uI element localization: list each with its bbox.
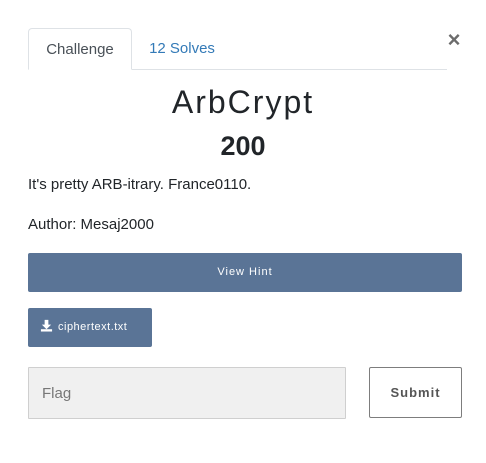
file-download-button[interactable]: ciphertext.txt	[28, 308, 152, 347]
tab-challenge-label: Challenge	[46, 41, 114, 58]
flag-input[interactable]	[28, 367, 346, 419]
view-hint-label: View Hint	[217, 266, 273, 278]
challenge-name: ArbCrypt	[171, 84, 315, 120]
file-name: ciphertext.txt	[58, 321, 128, 333]
submit-button[interactable]: Submit	[369, 367, 462, 418]
challenge-modal: × Challenge 12 Solves ArbCrypt 200 It's …	[0, 0, 486, 463]
submit-label: Submit	[390, 385, 441, 400]
challenge-author: Author: Mesaj2000	[28, 216, 154, 233]
view-hint-button[interactable]: View Hint	[28, 253, 462, 292]
tab-solves[interactable]: 12 Solves	[132, 28, 232, 70]
close-icon[interactable]: ×	[448, 27, 461, 52]
challenge-value: 200	[220, 131, 266, 161]
close-button[interactable]: ×	[446, 29, 462, 51]
download-icon	[40, 319, 53, 332]
tab-bar: Challenge 12 Solves	[28, 28, 447, 70]
tab-challenge[interactable]: Challenge	[28, 28, 132, 70]
challenge-description: It's pretty ARB-itrary. France0110.	[28, 176, 252, 193]
tab-solves-label: 12 Solves	[149, 40, 215, 57]
